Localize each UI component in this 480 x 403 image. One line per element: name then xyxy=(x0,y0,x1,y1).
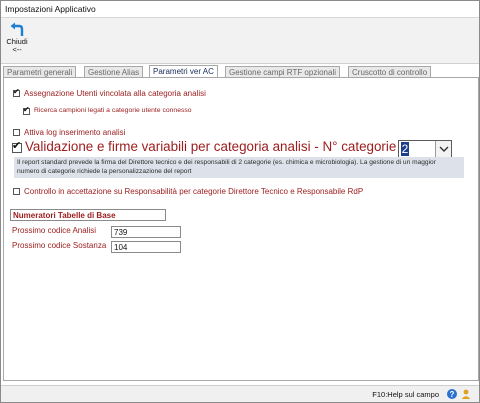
user-icon[interactable] xyxy=(461,389,471,399)
svg-text:?: ? xyxy=(450,390,455,399)
ricerca-label: Ricerca campioni legati a categorie uten… xyxy=(34,107,192,114)
validazione-checkbox[interactable] xyxy=(12,139,22,153)
validazione-note: Il report standard prevede la firma del … xyxy=(14,157,464,178)
prossimo-codice-sostanza-input[interactable]: 104 xyxy=(111,241,181,253)
sostanza-label: Prossimo codice Sostanza xyxy=(12,241,107,250)
title-bar: Impostazioni Applicativo xyxy=(1,1,479,18)
window-title: Impostazioni Applicativo xyxy=(5,4,96,14)
assegnazione-label: Assegnazione Utenti vincolata alla categ… xyxy=(24,89,206,98)
validazione-label: Validazione e firme variabili per catego… xyxy=(25,139,404,154)
settings-panel: Assegnazione Utenti vincolata alla categ… xyxy=(3,77,479,381)
ricerca-checkbox[interactable] xyxy=(23,105,30,115)
assegnazione-checkbox[interactable] xyxy=(13,87,20,97)
attiva-log-label: Attiva log inserimento analisi xyxy=(24,128,126,137)
chevron-down-icon[interactable] xyxy=(435,141,451,157)
validazione-note-line2: numero di categorie richiede la personal… xyxy=(17,168,192,175)
close-button-shortcut: <-- xyxy=(12,45,22,54)
controllo-label: Controllo in accettazione su Responsabil… xyxy=(24,187,364,196)
n-categorie-select[interactable]: 2 xyxy=(398,140,452,158)
help-shortcut-text: F10:Help sul campo xyxy=(372,390,439,399)
status-bar: F10:Help sul campo ? xyxy=(1,385,479,402)
n-categorie-value: 2 xyxy=(401,142,409,156)
close-button[interactable]: Chiudi <-- xyxy=(4,22,30,60)
validazione-note-line1: Il report standard prevede la firma del … xyxy=(17,159,436,166)
help-icon[interactable]: ? xyxy=(447,389,457,399)
analisi-label: Prossimo codice Analisi xyxy=(12,226,97,235)
toolbar: Chiudi <-- xyxy=(1,18,479,64)
prossimo-codice-analisi-input[interactable]: 739 xyxy=(111,226,181,238)
back-arrow-icon xyxy=(10,22,24,36)
settings-window: Impostazioni Applicativo Chiudi <-- Para… xyxy=(0,0,480,403)
attiva-log-checkbox[interactable] xyxy=(13,129,20,136)
controllo-checkbox[interactable] xyxy=(13,188,20,195)
numeratori-header: Numeratori Tabelle di Base xyxy=(10,209,166,221)
